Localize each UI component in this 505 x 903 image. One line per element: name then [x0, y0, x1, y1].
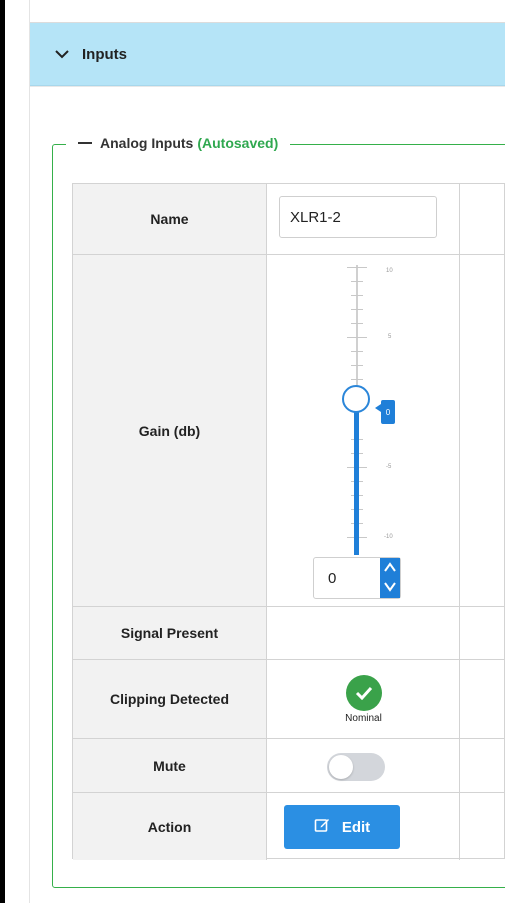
signal-present-cell: [267, 607, 460, 659]
chevron-down-icon[interactable]: [54, 46, 70, 62]
spinner-buttons[interactable]: [380, 558, 400, 598]
gain-cell: 10 5 -5 -10 0 0: [267, 255, 460, 606]
gain-spinner-value[interactable]: 0: [328, 570, 336, 587]
spin-down-icon[interactable]: [384, 582, 396, 594]
table-row-signal-present: Signal Present: [73, 607, 505, 660]
slider-tick: [347, 267, 367, 268]
row-label: Name: [73, 184, 267, 254]
slider-tick: [351, 281, 363, 282]
slider-tick-label: 10: [386, 268, 393, 274]
clipping-status: Nominal: [345, 712, 382, 724]
slider-tick: [351, 379, 363, 380]
slider-tick: [351, 309, 363, 310]
top-strip: [30, 0, 505, 23]
gain-spinner[interactable]: 0: [313, 557, 401, 599]
gain-slider-fill: [354, 403, 359, 555]
slider-tick-label: -10: [384, 534, 393, 540]
divider: [30, 86, 505, 87]
clipping-cell: Nominal: [267, 660, 460, 738]
action-cell: Edit: [267, 793, 460, 860]
spin-up-icon[interactable]: [384, 562, 396, 574]
name-cell: [267, 184, 460, 254]
table-row-action: Action Edit: [73, 793, 505, 860]
autosaved-status: (Autosaved): [197, 135, 279, 151]
table-row-gain: Gain (db) 10 5 -5 -10 0 0: [73, 255, 505, 607]
row-label: Signal Present: [73, 607, 267, 659]
edit-button[interactable]: Edit: [284, 805, 400, 849]
name-input[interactable]: [279, 196, 437, 238]
inputs-section-header[interactable]: Inputs: [30, 23, 505, 86]
table-row-clipping: Clipping Detected Nominal: [73, 660, 505, 739]
slider-tick: [347, 337, 367, 338]
slider-tick-label: -5: [386, 464, 392, 470]
row-label: Gain (db): [73, 255, 267, 606]
gain-slider-thumb[interactable]: [342, 385, 370, 413]
slider-tick: [351, 365, 363, 366]
slider-tick: [351, 295, 363, 296]
inputs-table: Name Gain (db) 10: [72, 183, 505, 860]
toggle-knob[interactable]: [329, 755, 353, 779]
gain-value-flag: 0: [375, 400, 395, 424]
table-row-name: Name: [73, 184, 505, 255]
slider-tick: [351, 323, 363, 324]
section-title: Inputs: [82, 45, 127, 63]
check-icon: [345, 674, 382, 711]
collapse-icon[interactable]: [78, 142, 92, 144]
row-label: Mute: [73, 739, 267, 792]
edit-button-label: Edit: [341, 818, 371, 836]
mute-cell: [267, 739, 460, 792]
group-title: Analog Inputs: [100, 135, 194, 151]
table-row-mute: Mute: [73, 739, 505, 793]
edit-icon: [314, 817, 330, 837]
row-label: Clipping Detected: [73, 660, 267, 738]
row-label: Action: [73, 793, 267, 860]
slider-tick: [351, 351, 363, 352]
group-legend[interactable]: Analog Inputs (Autosaved): [66, 131, 291, 155]
slider-tick-label: 5: [388, 334, 392, 340]
window-frame: [0, 0, 5, 903]
mute-toggle[interactable]: [327, 753, 385, 781]
